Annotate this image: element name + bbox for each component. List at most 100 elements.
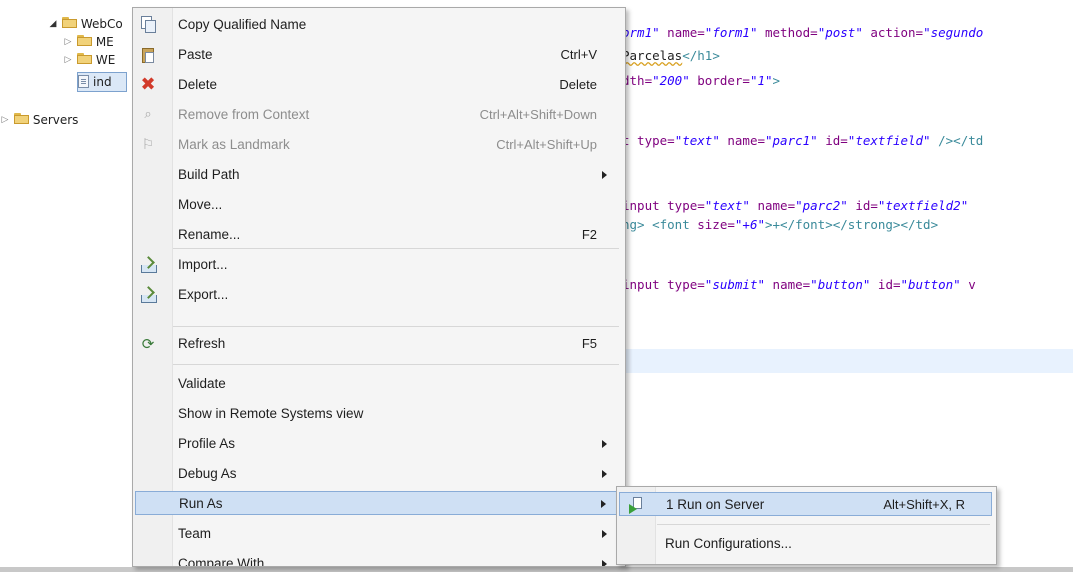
menu-item-export[interactable]: Export...	[135, 283, 621, 307]
copy-icon	[141, 16, 156, 33]
code-token: Parcelas	[622, 48, 683, 63]
code-line: input type="text" name="parc2" id="textf…	[622, 197, 968, 215]
menu-item-shortcut: Alt+Shift+X, R	[883, 497, 965, 512]
submenu-arrow-icon	[601, 500, 606, 508]
menu-item-label: Remove from Context	[178, 107, 310, 122]
menu-item-run-configurations[interactable]: Run Configurations...	[619, 532, 992, 556]
code-token: ng> <font	[622, 217, 690, 232]
menu-item-label: Show in Remote Systems view	[178, 406, 364, 421]
tree-node-label: Servers	[32, 113, 79, 127]
menu-item-copy-qualified-name[interactable]: Copy Qualified Name	[135, 13, 621, 37]
tree-node-child-1[interactable]: ▷ ME	[63, 33, 114, 51]
tree-node-label: ME	[95, 35, 114, 49]
menu-separator	[173, 248, 619, 249]
menu-item-label: Rename...	[178, 227, 241, 242]
menu-item-1-run-on-server[interactable]: 1 Run on Server Alt+Shift+X, R	[619, 492, 992, 516]
code-token: "text"	[674, 133, 720, 148]
code-token: "segundo	[923, 25, 984, 40]
code-token: t type=	[622, 133, 675, 148]
folder-icon	[76, 35, 93, 47]
code-line: t type="text" name="parc1" id="textfield…	[622, 132, 983, 150]
code-token: input type=	[622, 277, 705, 292]
horizontal-scrollbar[interactable]	[0, 567, 1073, 572]
menu-item-rename[interactable]: Rename... F2	[135, 223, 621, 247]
menu-item-label: Export...	[178, 287, 229, 302]
menu-item-shortcut: Ctrl+Alt+Shift+Up	[496, 137, 597, 152]
code-token: "post"	[817, 25, 863, 40]
menu-item-label: Mark as Landmark	[178, 137, 290, 152]
code-token: /></td	[930, 133, 984, 148]
code-token: "200"	[652, 73, 690, 88]
menu-item-label: Run As	[179, 496, 223, 511]
menu-item-shortcut: Ctrl+V	[560, 47, 597, 62]
menu-item-debug-as[interactable]: Debug As	[135, 462, 621, 486]
menu-item-label: Run Configurations...	[665, 536, 792, 551]
menu-item-show-in-remote-systems-view[interactable]: Show in Remote Systems view	[135, 402, 621, 426]
code-token: action=	[862, 25, 924, 40]
menu-item-label: Team	[178, 526, 212, 541]
folder-icon	[61, 17, 78, 29]
menu-separator	[173, 364, 619, 365]
tree-node-label: ind	[93, 75, 112, 89]
expanded-arrow-icon[interactable]: ◢	[48, 15, 58, 33]
code-line: orm1" name="form1" method="post" action=…	[622, 24, 983, 42]
code-token: name=	[659, 25, 705, 40]
menu-item-label: Move...	[178, 197, 223, 212]
code-token: "button"	[900, 277, 961, 292]
menu-item-paste[interactable]: Paste Ctrl+V	[135, 43, 621, 67]
menu-item-build-path[interactable]: Build Path	[135, 163, 621, 187]
menu-item-mark-as-landmark: ⚐ Mark as Landmark Ctrl+Alt+Shift+Up	[135, 133, 621, 157]
menu-item-shortcut: Delete	[559, 77, 597, 92]
submenu-arrow-icon	[602, 470, 607, 478]
menu-item-label: 1 Run on Server	[666, 497, 765, 512]
code-token: "1"	[749, 73, 773, 88]
run-as-submenu: 1 Run on Server Alt+Shift+X, R Run Configu…	[616, 486, 997, 565]
menu-item-validate[interactable]: Validate	[135, 372, 621, 396]
menu-item-profile-as[interactable]: Profile As	[135, 432, 621, 456]
menu-item-import[interactable]: Import...	[135, 253, 621, 277]
menu-item-move[interactable]: Move...	[135, 193, 621, 217]
export-icon	[139, 286, 157, 304]
code-token: "form1"	[704, 25, 758, 40]
code-token: v	[960, 277, 976, 292]
tree-node-servers[interactable]: ▷ Servers	[0, 111, 78, 129]
paste-icon	[139, 46, 157, 64]
menu-item-refresh[interactable]: ⟳ Refresh F5	[135, 332, 621, 356]
remove-context-icon: ⌕	[144, 107, 152, 122]
code-token: "parc2"	[795, 198, 848, 213]
collapsed-arrow-icon[interactable]: ▷	[0, 111, 10, 129]
code-token: name=	[749, 198, 796, 213]
menu-item-run-as[interactable]: Run As	[135, 491, 621, 515]
tree-node-selected-file[interactable]: ind	[77, 72, 127, 92]
menu-item-team[interactable]: Team	[135, 522, 621, 546]
tree-node-label: WE	[95, 53, 116, 67]
code-token: "text"	[704, 198, 750, 213]
menu-separator	[657, 524, 990, 525]
menu-item-compare-with[interactable]: Compare With	[135, 552, 621, 567]
code-token: "submit"	[704, 277, 766, 292]
menu-item-label: Build Path	[178, 167, 240, 182]
code-editor[interactable]: orm1" name="form1" method="post" action=…	[622, 0, 1073, 568]
code-token: "parc1"	[765, 133, 818, 148]
folder-icon	[76, 53, 93, 65]
code-line: dth="200" border="1">	[622, 72, 780, 90]
menu-separator	[173, 326, 619, 327]
code-token: name=	[719, 133, 765, 148]
menu-item-label: Debug As	[178, 466, 237, 481]
landmark-icon: ⚐	[141, 137, 155, 153]
tree-node-project[interactable]: ◢ WebCo	[48, 15, 123, 33]
menu-item-shortcut: Ctrl+Alt+Shift+Down	[479, 107, 597, 122]
collapsed-arrow-icon[interactable]: ▷	[63, 33, 73, 51]
submenu-arrow-icon	[602, 440, 607, 448]
code-token: input type=	[622, 198, 705, 213]
submenu-arrow-icon	[602, 560, 607, 566]
menu-item-label: Compare With	[178, 556, 265, 567]
menu-item-remove-from-context: ⌕ Remove from Context Ctrl+Alt+Shift+Down	[135, 103, 621, 127]
tree-node-child-2[interactable]: ▷ WE	[63, 51, 115, 69]
collapsed-arrow-icon[interactable]: ▷	[63, 51, 73, 69]
refresh-icon: ⟳	[141, 335, 155, 353]
folder-icon	[13, 113, 30, 125]
code-token: "button"	[810, 277, 871, 292]
tree-node-label: WebCo	[80, 17, 123, 31]
menu-item-delete[interactable]: ✖ Delete Delete	[135, 73, 621, 97]
